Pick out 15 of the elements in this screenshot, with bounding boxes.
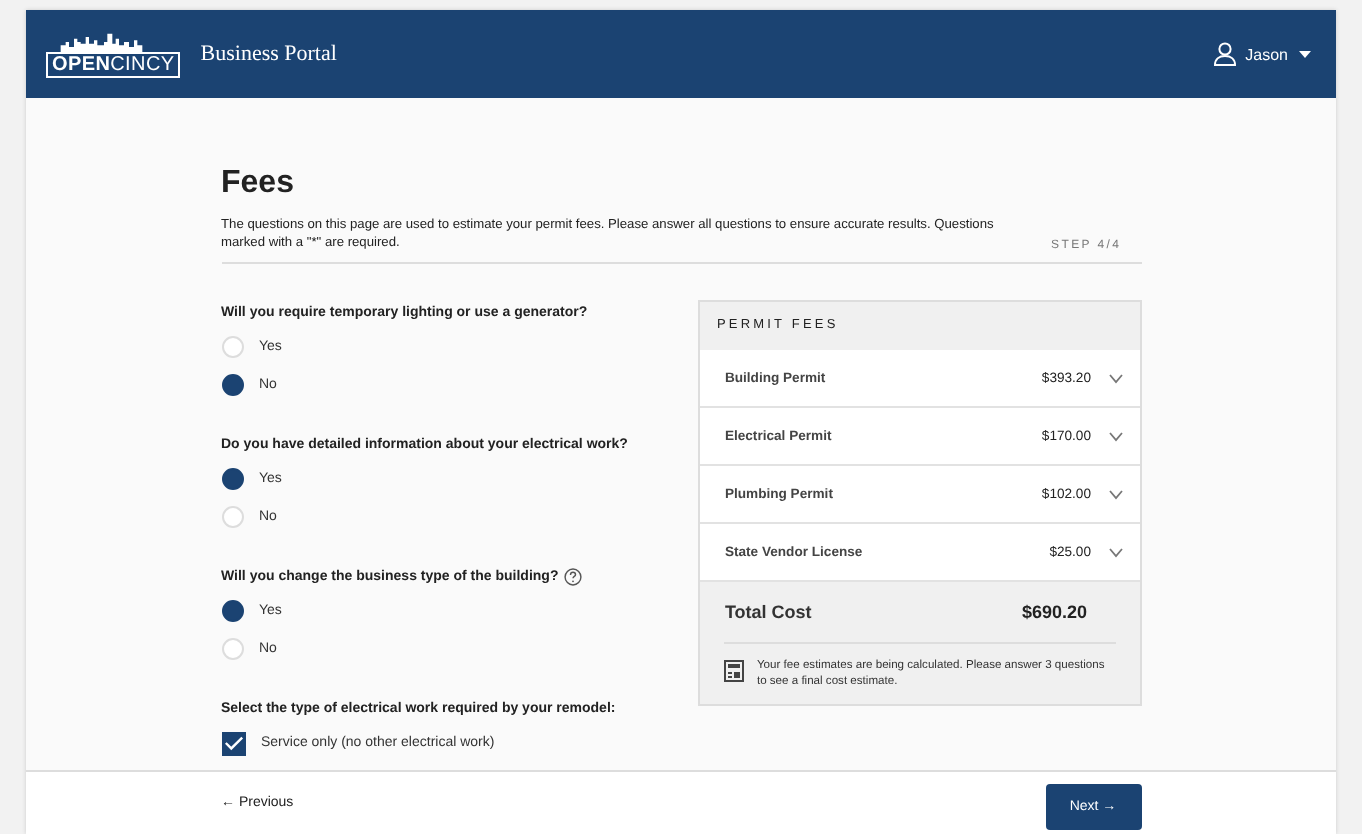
calculator-icon [724, 660, 745, 682]
page-title: Fees [221, 166, 296, 202]
logo[interactable]: OPENCINCY [46, 51, 181, 77]
total-amount: $690.20 [1021, 602, 1087, 622]
user-icon [1213, 42, 1236, 66]
chevron-icon [1107, 373, 1123, 383]
user-menu[interactable]: Jason [1213, 42, 1312, 66]
chevron-icon [1107, 431, 1123, 441]
chevron-icon [1107, 547, 1123, 557]
chevron-icon [1107, 489, 1123, 499]
checkmark-icon [223, 734, 243, 752]
help-icon[interactable] [564, 567, 583, 585]
portal-title: Business Portal [200, 42, 337, 66]
total-label: Total Cost [724, 602, 812, 622]
caret-icon [1298, 49, 1312, 59]
